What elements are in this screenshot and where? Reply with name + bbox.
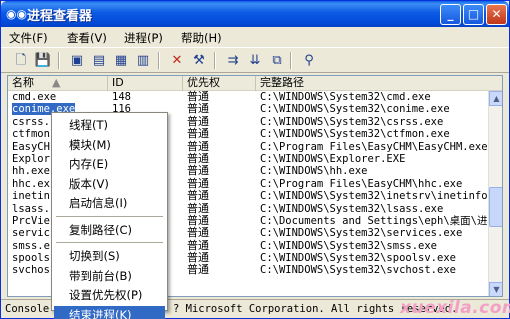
minimize-button[interactable]: _ [440,4,461,25]
toolbar-separator [214,52,216,69]
window-icon-3[interactable]: ▦ [111,51,131,71]
menu-help[interactable]: 帮助(H) [181,30,222,46]
cell-path: C:\WINDOWS\System32\csrss.exe [260,115,444,128]
context-separator [56,242,163,243]
cell-path: C:\WINDOWS\System32\spoolsv.exe [260,252,456,265]
maximize-button[interactable]: □ [463,4,484,25]
column-header-priority[interactable]: 优先权 [183,76,256,91]
cell-id: 148 [112,91,131,103]
cell-path: C:\WINDOWS\Explorer.EXE [260,152,406,165]
pin-icon[interactable]: ⚒ [189,51,209,71]
arrange-icon-2[interactable]: ⇊ [245,51,265,71]
context-item-9[interactable]: 结束进程(K) [54,305,165,319]
menu-bar: 文件(F) 查看(V) 进程(P) 帮助(H) [1,27,509,47]
cell-path: C:\WINDOWS\System32\smss.exe [260,239,438,252]
scroll-thumb[interactable] [489,187,502,227]
context-item-2[interactable]: 内存(E) [54,155,165,173]
title-bar[interactable]: ◉◉ 进程查看器 _ □ ✕ [1,1,509,27]
cell-name: hh.exe [12,165,50,178]
cell-name: ctfmon [12,128,50,141]
menu-file[interactable]: 文件(F) [9,30,48,46]
context-separator [56,215,163,217]
arrange-icon-3[interactable]: ⧉ [267,51,287,71]
scroll-down-button[interactable]: ▼ [489,282,502,296]
cell-path: C:\Program Files\EasyCHM\hhc.exe [260,177,463,190]
cell-path: C:\WINDOWS\hh.exe [260,165,368,178]
menu-view[interactable]: 查看(V) [67,30,107,46]
toolbar-separator [158,52,160,69]
binoculars-icon: ◉◉ [6,7,27,21]
column-header-id[interactable]: ID [108,76,183,91]
cell-path: C:\WINDOWS\System32\lsass.exe [260,202,444,215]
table-row[interactable]: cmd.exe 148 普通 C:\WINDOWS\System32\cmd.exe [8,90,488,103]
cell-path: C:\WINDOWS\System32\services.exe [260,227,463,240]
context-item-8[interactable]: 设置优先权(P) [54,286,165,304]
process-context-menu: 线程(T) 模块(M) 内存(E) 版本(V) 启动信息(I) 复制路径(C) 切换到(S)… [51,112,168,319]
vertical-scrollbar[interactable]: ▲ ▼ [488,91,502,296]
arrange-icon-1[interactable]: ⇉ [223,51,243,71]
cell-name: PrcVie [12,214,50,227]
cell-path: C:\WINDOWS\System32\inetsrv\inetinfo.exe [260,190,503,203]
cell-path: C:\Documents and Settings\eph\桌面\进程 [260,214,498,227]
cell-name: Explor [12,152,50,165]
cell-name: spools [12,252,50,265]
cell-path: C:\Program Files\EasyCHM\EasyCHM.exe [260,140,488,153]
context-item-6[interactable]: 切换到(S) [54,247,165,265]
new-icon[interactable]: 🗋 [11,51,31,71]
context-item-1[interactable]: 模块(M) [54,136,165,154]
window-icon-1[interactable]: ▣ [67,51,87,71]
context-item-5[interactable]: 复制路径(C) [54,221,165,239]
find-icon[interactable]: ⚲ [299,51,319,71]
cell-path: C:\WINDOWS\System32\svchost.exe [260,264,456,277]
cell-name: cmd.exe [12,91,57,103]
toolbar: 🗋 💾 ▣ ▤ ▦ ▥ ✕ ⚒ ⇉ ⇊ ⧉ ⚲ [1,47,509,73]
save-icon[interactable]: 💾 [33,51,53,71]
close-button[interactable]: ✕ [486,4,507,25]
menu-process[interactable]: 进程(P) [124,30,163,46]
column-header-name[interactable]: 名称 ▲ [8,76,108,91]
window-title: 进程查看器 [27,9,93,24]
watermark: xuexila.com [400,298,510,318]
kill-icon[interactable]: ✕ [167,51,187,71]
cell-name: smss.e [12,239,50,252]
status-text: Console ? Microsoft Corporation. All rig… [5,303,458,315]
column-header-path[interactable]: 完整路径 [256,76,502,91]
context-item-3[interactable]: 版本(V) [54,175,165,193]
context-item-7[interactable]: 带到前台(B) [54,267,165,285]
toolbar-separator [290,52,292,69]
cell-name: EasyCH [12,140,50,153]
window-icon-2[interactable]: ▤ [89,51,109,71]
scroll-up-button[interactable]: ▲ [489,91,502,106]
cell-path: C:\WINDOWS\System32\conime.exe [260,103,450,116]
window-icon-4[interactable]: ▥ [133,51,153,71]
context-item-0[interactable]: 线程(T) [54,116,165,134]
context-item-4[interactable]: 启动信息(I) [54,194,165,212]
cell-priority: 普通 [187,263,209,277]
list-header: 名称 ▲ ID 优先权 完整路径 [8,76,502,91]
cell-name: hhc.ex [12,177,50,190]
toolbar-separator [58,52,60,69]
cell-name: servic [12,227,50,240]
cell-name: csrss. [12,115,50,128]
cell-path: C:\WINDOWS\System32\cmd.exe [260,91,431,103]
cell-name: inetin [12,190,50,203]
cell-name: svchos [12,264,50,277]
cell-path: C:\WINDOWS\System32\ctfmon.exe [260,128,450,141]
cell-name: lsass. [12,202,50,215]
